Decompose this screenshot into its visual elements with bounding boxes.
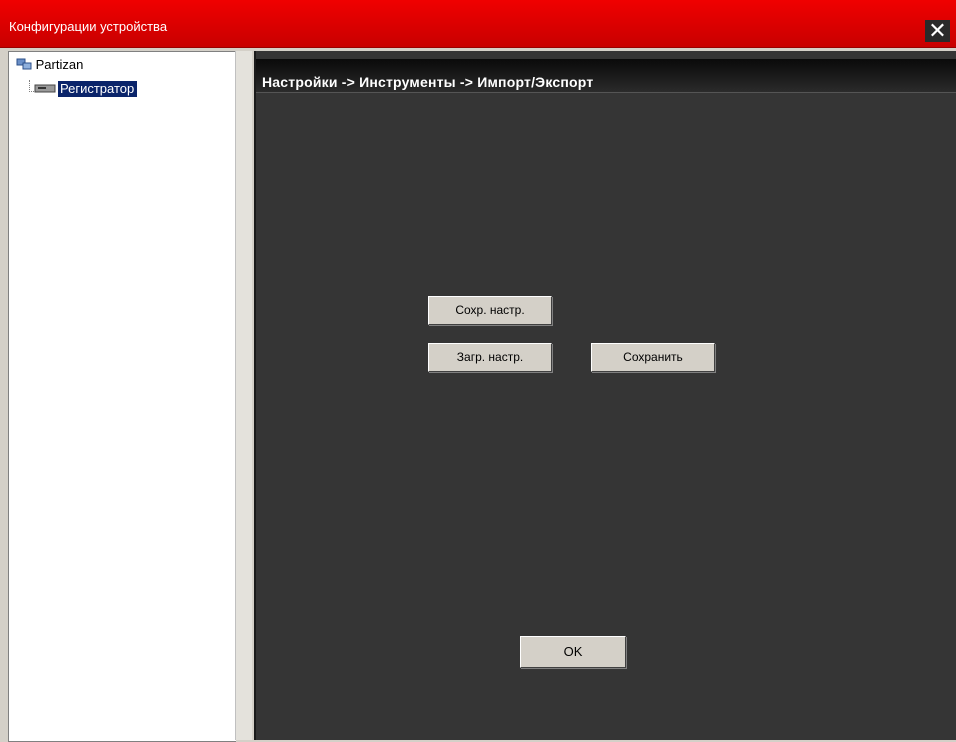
save-config-button[interactable]: Сохр. настр. (428, 296, 552, 325)
close-icon[interactable]: ✕ (925, 20, 950, 42)
device-tree[interactable]: Partizan Регистратор (8, 51, 236, 742)
title-bar: Конфигурации устройства ✕ (0, 0, 956, 48)
load-config-button[interactable]: Загр. настр. (428, 343, 552, 372)
settings-panel: Настройки -> Инструменты -> Импорт/Экспо… (254, 51, 956, 740)
tree-root-label: Partizan (35, 57, 84, 72)
tree-scrollbar[interactable] (235, 51, 252, 740)
tree-root-partizan[interactable]: Partizan (16, 57, 83, 74)
tree-item-dvr[interactable]: Регистратор (34, 81, 138, 97)
ok-button[interactable]: OK (520, 636, 626, 668)
panel-header: Настройки -> Инструменты -> Импорт/Экспо… (256, 59, 956, 93)
breadcrumb: Настройки -> Инструменты -> Импорт/Экспо… (262, 74, 594, 90)
tree-item-label: Регистратор (58, 81, 138, 97)
network-icon (16, 57, 32, 74)
window-title: Конфигурации устройства (9, 19, 168, 34)
dvr-icon (34, 82, 56, 97)
save-button[interactable]: Сохранить (591, 343, 715, 372)
